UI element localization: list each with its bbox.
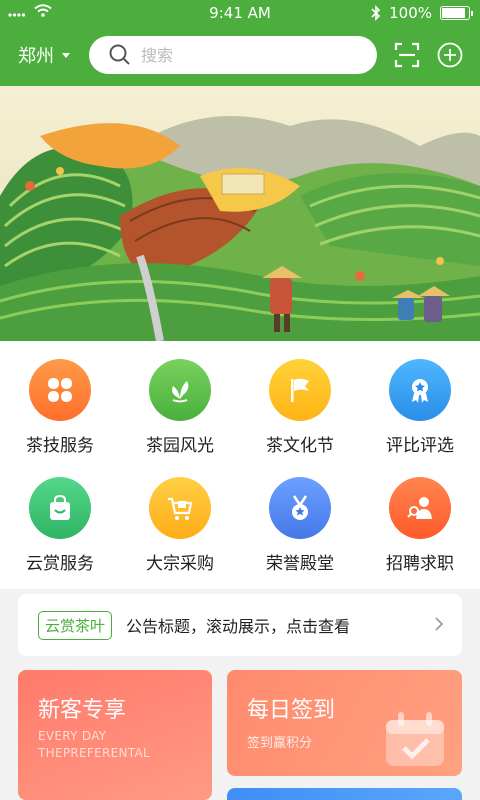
chevron-right-icon <box>435 617 444 631</box>
calendar-check-icon <box>386 712 444 766</box>
daily-checkin-title: 每日签到 <box>247 698 336 723</box>
blue-feature-card[interactable] <box>227 788 462 800</box>
grid-item-evaluation[interactable]: 评比评选 <box>360 341 480 459</box>
grid-item-label: 评比评选 <box>386 436 454 456</box>
scan-icon[interactable] <box>394 42 420 68</box>
shopping-bag-icon <box>50 494 70 520</box>
hero-banner[interactable] <box>0 86 480 341</box>
bluetooth-icon <box>371 5 381 21</box>
battery-icon <box>440 6 473 20</box>
grid-item-label: 云赏服务 <box>26 554 94 574</box>
new-customer-title: 新客专享 <box>38 698 127 723</box>
new-customer-card[interactable]: 新客专享 EVERY DAY THEPREFERENTAL <box>18 670 212 800</box>
search-input[interactable] <box>141 45 341 65</box>
status-bar: 9:41 AM 100% <box>0 0 480 26</box>
grid-icon-circle <box>389 477 451 539</box>
grid-item-tea-festival[interactable]: 茶文化节 <box>240 341 360 459</box>
grid-icon-circle <box>389 359 451 421</box>
grid-icon-circle <box>269 359 331 421</box>
grid-icon-circle <box>269 477 331 539</box>
new-customer-subtitle-line1: EVERY DAY <box>38 729 107 743</box>
grid-icon-circle <box>29 477 91 539</box>
search-bar[interactable] <box>89 36 377 74</box>
award-ribbon-icon <box>412 379 428 403</box>
announcement-tag: 云赏茶叶 <box>38 610 113 640</box>
shopping-cart-icon <box>168 497 193 520</box>
add-circle-icon[interactable] <box>437 42 463 68</box>
grid-item-hall-of-honor[interactable]: 荣誉殿堂 <box>240 459 360 577</box>
grid-item-tea-garden[interactable]: 茶园风光 <box>120 341 240 459</box>
grid-item-label: 招聘求职 <box>386 554 454 574</box>
grid-item-label: 荣誉殿堂 <box>266 554 334 574</box>
caret-down-icon <box>62 52 70 58</box>
status-right: 100% <box>371 4 473 22</box>
tea-garden-illustration <box>0 86 480 341</box>
daily-checkin-card[interactable]: 每日签到 签到赢积分 <box>227 670 462 776</box>
grid-item-tea-tech[interactable]: 茶技服务 <box>0 341 120 459</box>
grid-item-label: 茶技服务 <box>26 436 94 456</box>
clover-icon <box>48 378 72 402</box>
grid-item-label: 大宗采购 <box>146 554 214 574</box>
flag-icon <box>291 378 309 402</box>
grid-icon-circle <box>149 359 211 421</box>
daily-checkin-subtitle: 签到赢积分 <box>247 736 313 751</box>
grid-item-label: 茶园风光 <box>146 436 214 456</box>
grid-item-recruitment[interactable]: 招聘求职 <box>360 459 480 577</box>
service-grid: 茶技服务 茶园风光 茶文化节 评比评选 云赏服务 大宗采购 荣誉殿堂 招聘求职 <box>0 341 480 589</box>
medal-icon <box>292 495 308 520</box>
recruit-search-icon <box>407 497 432 519</box>
grid-item-label: 茶文化节 <box>266 436 334 456</box>
grid-item-cloud-service[interactable]: 云赏服务 <box>0 459 120 577</box>
new-customer-subtitle-line2: THEPREFERENTAL <box>38 746 150 760</box>
top-bar: 郑州 <box>0 34 480 78</box>
leaf-icon <box>172 381 189 403</box>
battery-percent: 100% <box>389 4 432 22</box>
grid-icon-circle <box>29 359 91 421</box>
city-selector[interactable]: 郑州 <box>18 42 70 68</box>
grid-icon-circle <box>149 477 211 539</box>
app-header: 9:41 AM 100% 郑州 <box>0 0 480 86</box>
city-label: 郑州 <box>18 46 54 67</box>
new-customer-subtitle: EVERY DAY THEPREFERENTAL <box>38 728 150 762</box>
announcement-bar[interactable]: 云赏茶叶 公告标题，滚动展示，点击查看 <box>18 594 462 656</box>
announcement-text: 公告标题，滚动展示，点击查看 <box>126 617 351 636</box>
grid-item-bulk-purchase[interactable]: 大宗采购 <box>120 459 240 577</box>
search-icon <box>109 44 130 65</box>
